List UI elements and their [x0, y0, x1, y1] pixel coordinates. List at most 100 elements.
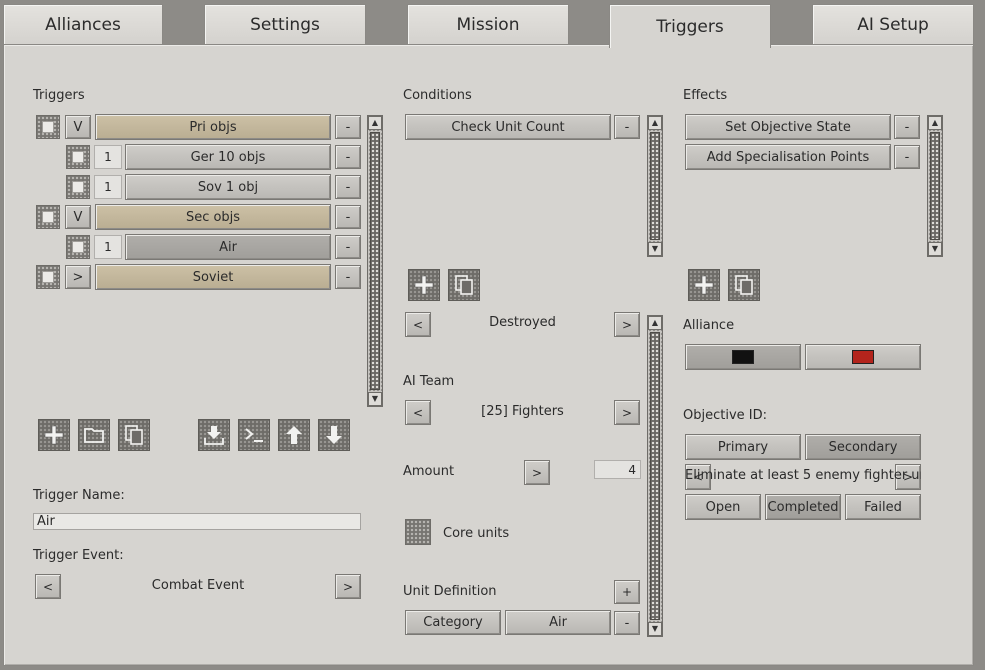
trigger-remove-button[interactable]: - [335, 205, 361, 229]
copy-icon [735, 275, 753, 295]
plus-icon [694, 275, 714, 295]
objective-state-failed-button[interactable]: Failed [845, 494, 921, 520]
scroll-up-icon[interactable]: ▲ [928, 116, 942, 130]
ai-team-value: [25] Fighters [481, 404, 564, 419]
trigger-number: 1 [94, 235, 122, 259]
condition-state-next-button[interactable]: > [614, 312, 640, 337]
alliance-label: Alliance [683, 318, 735, 333]
plus-icon [44, 425, 64, 445]
amount-label: Amount [403, 464, 455, 479]
effect-remove-button[interactable]: - [894, 115, 920, 139]
trigger-remove-button[interactable]: - [335, 235, 361, 259]
scroll-thumb[interactable] [370, 132, 380, 390]
alliance-option-red[interactable] [805, 344, 921, 370]
plus-icon [414, 275, 434, 295]
effects-scrollbar[interactable]: ▲ ▼ [927, 115, 943, 257]
add-folder-button[interactable] [78, 419, 110, 451]
triggers-title: Triggers [33, 88, 85, 103]
conditions-title: Conditions [403, 88, 472, 103]
condition-remove-button[interactable]: - [614, 115, 640, 139]
trigger-checkbox[interactable] [66, 145, 90, 169]
objective-state-completed-button[interactable]: Completed [765, 494, 841, 520]
trigger-event-next-button[interactable]: > [335, 574, 361, 599]
scroll-down-icon[interactable]: ▼ [648, 622, 662, 636]
unit-category-button[interactable]: Category [405, 610, 501, 635]
unit-definition-remove-button[interactable]: - [614, 611, 640, 635]
copy-effect-button[interactable] [728, 269, 760, 301]
trigger-remove-button[interactable]: - [335, 265, 361, 289]
condition-details-scrollbar[interactable]: ▲ ▼ [647, 315, 663, 637]
unit-definition-add-button[interactable]: + [614, 580, 640, 604]
folder-icon [84, 428, 104, 443]
trigger-checkbox[interactable] [36, 265, 60, 289]
unit-category-value[interactable]: Air [505, 610, 611, 635]
arrow-down-icon [326, 426, 342, 444]
scroll-down-icon[interactable]: ▼ [648, 242, 662, 256]
trigger-item[interactable]: Pri objs [95, 114, 331, 140]
trigger-number: 1 [94, 145, 122, 169]
trigger-checkbox[interactable] [66, 235, 90, 259]
amount-toggle-button[interactable]: > [524, 460, 550, 485]
copy-icon [455, 275, 473, 295]
scroll-down-icon[interactable]: ▼ [368, 392, 382, 406]
scroll-up-icon[interactable]: ▲ [368, 116, 382, 130]
arrow-up-icon [286, 426, 302, 444]
alliance-color-swatch [732, 350, 754, 364]
move-up-button[interactable] [278, 419, 310, 451]
add-trigger-button[interactable] [38, 419, 70, 451]
trigger-item[interactable]: Sov 1 obj [125, 174, 331, 200]
scroll-down-icon[interactable]: ▼ [928, 242, 942, 256]
ai-team-next-button[interactable]: > [614, 400, 640, 425]
trigger-item[interactable]: Soviet [95, 264, 331, 290]
trigger-remove-button[interactable]: - [335, 145, 361, 169]
conditions-scrollbar[interactable]: ▲ ▼ [647, 115, 663, 257]
effect-remove-button[interactable]: - [894, 145, 920, 169]
trigger-toggle[interactable]: V [65, 205, 91, 229]
trigger-event-value: Combat Event [151, 578, 245, 593]
console-button[interactable] [238, 419, 270, 451]
amount-input[interactable]: 4 [594, 460, 641, 479]
trigger-number: 1 [94, 175, 122, 199]
trigger-item[interactable]: Ger 10 objs [125, 144, 331, 170]
copy-icon [125, 425, 143, 445]
trigger-item-selected[interactable]: Air [125, 234, 331, 260]
scroll-up-icon[interactable]: ▲ [648, 316, 662, 330]
trigger-event-prev-button[interactable]: < [35, 574, 61, 599]
ai-team-label: AI Team [403, 374, 455, 389]
download-icon [204, 426, 224, 445]
triggers-scrollbar[interactable]: ▲ ▼ [367, 115, 383, 407]
trigger-remove-button[interactable]: - [335, 115, 361, 139]
copy-condition-button[interactable] [448, 269, 480, 301]
alliance-color-swatch [852, 350, 874, 364]
objective-primary-button[interactable]: Primary [685, 434, 801, 460]
trigger-item[interactable]: Sec objs [95, 204, 331, 230]
trigger-toggle[interactable]: > [65, 265, 91, 289]
core-units-checkbox[interactable] [405, 519, 431, 545]
move-down-button[interactable] [318, 419, 350, 451]
trigger-checkbox[interactable] [66, 175, 90, 199]
effect-item[interactable]: Set Objective State [685, 114, 891, 140]
scroll-thumb[interactable] [930, 132, 940, 240]
objective-state-open-button[interactable]: Open [685, 494, 761, 520]
ai-team-prev-button[interactable]: < [405, 400, 431, 425]
add-condition-button[interactable] [408, 269, 440, 301]
import-button[interactable] [198, 419, 230, 451]
copy-trigger-button[interactable] [118, 419, 150, 451]
objective-secondary-button[interactable]: Secondary [805, 434, 921, 460]
trigger-remove-button[interactable]: - [335, 175, 361, 199]
trigger-checkbox[interactable] [36, 205, 60, 229]
add-effect-button[interactable] [688, 269, 720, 301]
scroll-thumb[interactable] [650, 332, 660, 620]
scroll-up-icon[interactable]: ▲ [648, 116, 662, 130]
trigger-toggle[interactable]: V [65, 115, 91, 139]
effects-title: Effects [683, 88, 728, 103]
condition-state-prev-button[interactable]: < [405, 312, 431, 337]
trigger-checkbox[interactable] [36, 115, 60, 139]
scroll-thumb[interactable] [650, 132, 660, 240]
alliance-option-black[interactable] [685, 344, 801, 370]
core-units-label: Core units [443, 526, 510, 541]
effect-item[interactable]: Add Specialisation Points [685, 144, 891, 170]
trigger-name-input[interactable]: Air [33, 513, 361, 530]
condition-item[interactable]: Check Unit Count [405, 114, 611, 140]
trigger-name-label: Trigger Name: [33, 488, 125, 503]
